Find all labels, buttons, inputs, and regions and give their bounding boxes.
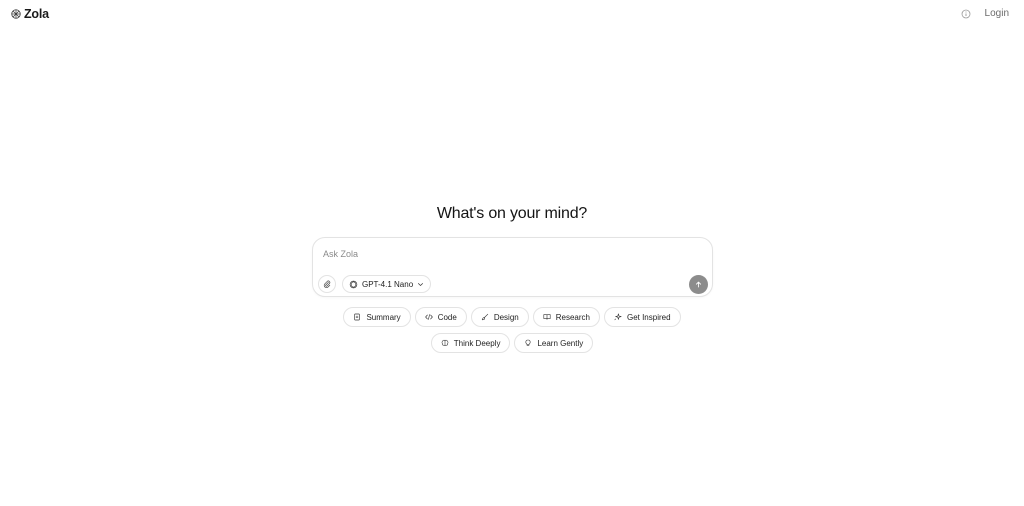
lightbulb-icon: [525, 339, 531, 346]
model-label: GPT-4.1 Nano: [362, 279, 414, 289]
brand-logo[interactable]: Zola: [11, 7, 49, 21]
zola-logo-icon: [11, 9, 21, 19]
document-icon: [354, 313, 361, 321]
book-icon: [543, 314, 551, 320]
suggestion-design[interactable]: Design: [470, 307, 529, 327]
paperclip-icon: [323, 280, 331, 288]
page-title: What's on your mind?: [436, 205, 588, 222]
brush-icon: [481, 313, 488, 321]
suggestion-think-deeply[interactable]: Think Deeply: [430, 333, 511, 353]
chevron-down-icon: [418, 282, 424, 286]
suggestions-row-1: Summary Code Design Research Get Inspire…: [0, 307, 1024, 327]
suggestions-row-2: Think Deeply Learn Gently: [0, 333, 1024, 353]
suggestion-code[interactable]: Code: [414, 307, 467, 327]
suggestion-get-inspired[interactable]: Get Inspired: [603, 307, 681, 327]
suggestion-label: Code: [437, 312, 457, 322]
openai-icon: [349, 280, 358, 288]
suggestion-label: Design: [493, 312, 519, 322]
suggestion-label: Research: [555, 312, 590, 322]
brand-name: Zola: [24, 7, 49, 21]
send-button[interactable]: [689, 275, 708, 294]
brain-icon: [441, 339, 449, 346]
model-selector[interactable]: GPT-4.1 Nano: [342, 275, 432, 293]
code-icon: [424, 314, 433, 320]
header-actions: Login: [961, 8, 1009, 19]
suggestion-research[interactable]: Research: [532, 307, 600, 327]
suggestion-summary[interactable]: Summary: [343, 307, 411, 327]
info-icon: [961, 9, 970, 18]
login-link[interactable]: Login: [985, 8, 1009, 19]
info-button[interactable]: [961, 9, 971, 19]
suggestion-label: Get Inspired: [626, 312, 671, 322]
suggestion-learn-gently[interactable]: Learn Gently: [514, 333, 594, 353]
suggestion-label: Think Deeply: [453, 338, 501, 348]
sparkle-icon: [614, 313, 622, 321]
app-page: Zola Login What's on your mind? GPT-4.1 …: [0, 0, 1024, 506]
chat-input[interactable]: [321, 246, 665, 262]
suggestion-label: Summary: [366, 312, 401, 322]
attach-button[interactable]: [318, 275, 336, 293]
suggestion-label: Learn Gently: [537, 338, 584, 348]
arrow-up-icon: [695, 281, 702, 288]
chat-composer: GPT-4.1 Nano: [312, 237, 713, 297]
